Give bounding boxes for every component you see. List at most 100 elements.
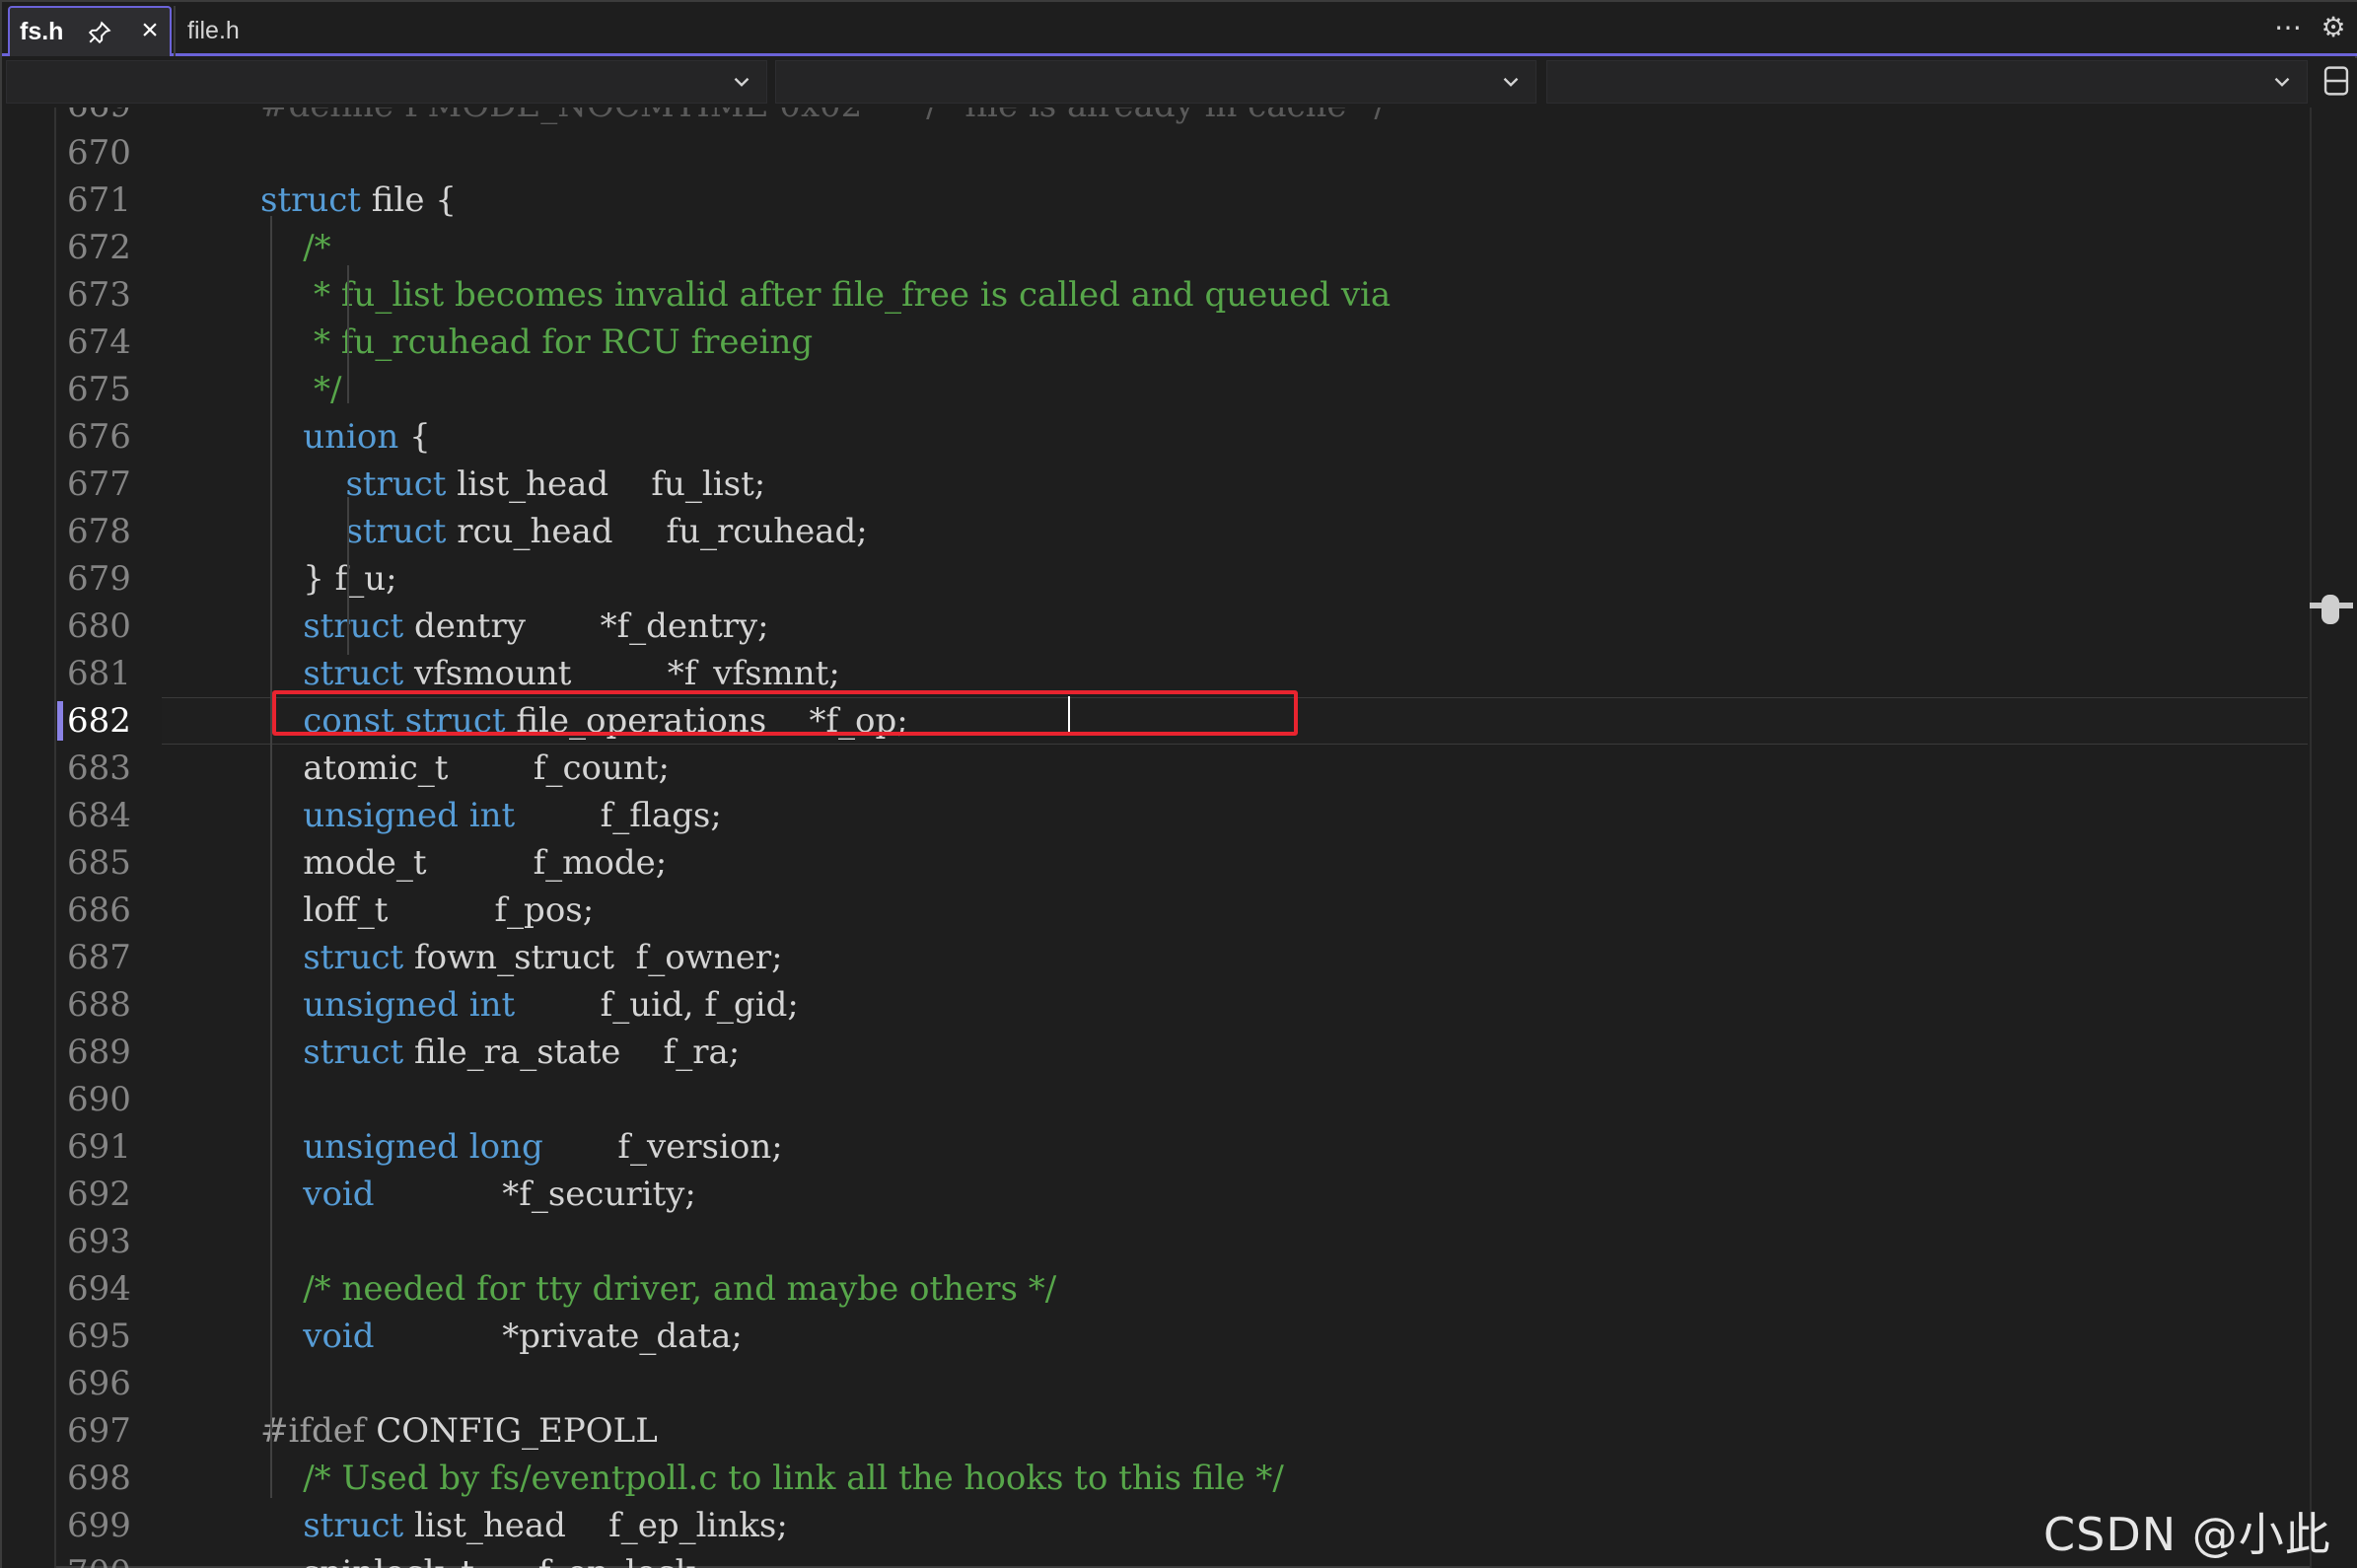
- code-line[interactable]: 693: [2, 1218, 2310, 1265]
- code-line[interactable]: 676 union {: [2, 413, 2310, 461]
- line-number: 674: [67, 322, 131, 362]
- code-text: struct rcu_head fu_rcuhead;: [260, 508, 868, 555]
- code-line[interactable]: 686 loff_t f_pos;: [2, 887, 2310, 934]
- code-token: f_version;: [542, 1127, 783, 1167]
- pin-icon[interactable]: [87, 20, 112, 45]
- code-line[interactable]: 669 #define FMODE_NOCMTIME 0x02 /* file i…: [2, 107, 2310, 129]
- code-line[interactable]: 687 struct fown_struct f_owner;: [2, 934, 2310, 981]
- tab-actions: ⋯ ⚙: [2274, 14, 2347, 41]
- code-token: rcu_head fu_rcuhead;: [446, 512, 868, 551]
- ellipsis-icon[interactable]: ⋯: [2274, 14, 2302, 41]
- code-text: */: [260, 366, 341, 413]
- code-line[interactable]: 696: [2, 1360, 2310, 1407]
- code-token: #define FMODE_NOCMTIME 0x02 /* file is a…: [260, 107, 1386, 125]
- code-text: struct file {: [260, 177, 457, 224]
- code-text: loff_t f_pos;: [260, 887, 594, 934]
- code-token: vfsmount *f_vfsmnt;: [403, 654, 840, 693]
- tab-label: file.h: [187, 17, 240, 44]
- code-line[interactable]: 688 unsigned int f_uid, f_gid;: [2, 981, 2310, 1029]
- line-number: 680: [67, 606, 131, 646]
- code-text: struct dentry *f_dentry;: [260, 603, 769, 650]
- code-line[interactable]: 671 struct file {: [2, 177, 2310, 224]
- line-number: 695: [67, 1317, 131, 1356]
- text-cursor: [1068, 696, 1070, 732]
- code-text: void *f_security;: [260, 1171, 696, 1218]
- tab-label: fs.h: [20, 18, 64, 45]
- line-number: 672: [67, 228, 131, 267]
- code-line[interactable]: 697 #ifdef CONFIG_EPOLL: [2, 1407, 2310, 1455]
- code-editor[interactable]: 669 #define FMODE_NOCMTIME 0x02 /* file i…: [2, 107, 2357, 1568]
- code-token: void: [303, 1317, 375, 1356]
- code-text: union {: [260, 413, 431, 461]
- code-line[interactable]: 700 spinlock_t f_ep_lock;: [2, 1549, 2310, 1568]
- code-token: /* needed for tty driver, and maybe othe…: [260, 1269, 1057, 1309]
- code-token: {: [398, 417, 431, 457]
- code-token: struct: [260, 180, 361, 220]
- vertical-scrollbar[interactable]: [2310, 107, 2357, 1568]
- tab-fs-h[interactable]: fs.h ×: [8, 6, 172, 56]
- code-line[interactable]: 690: [2, 1076, 2310, 1123]
- code-token: unsigned long: [303, 1127, 543, 1167]
- scrollbar-thumb[interactable]: [2321, 595, 2339, 624]
- split-editor-icon[interactable]: [2321, 64, 2351, 98]
- code-token: unsigned int: [303, 796, 516, 835]
- code-token: loff_t f_pos;: [260, 891, 595, 930]
- code-line[interactable]: 694 /* needed for tty driver, and maybe …: [2, 1265, 2310, 1313]
- code-token: void: [303, 1175, 375, 1214]
- code-token: } f_u;: [260, 559, 397, 599]
- code-text: } f_u;: [260, 555, 397, 603]
- code-token: f_uid, f_gid;: [515, 985, 799, 1025]
- code-line[interactable]: 684 unsigned int f_flags;: [2, 792, 2310, 839]
- code-line[interactable]: 698 /* Used by fs/eventpoll.c to link al…: [2, 1455, 2310, 1502]
- code-token: *private_data;: [374, 1317, 743, 1356]
- code-token: struct: [303, 938, 404, 977]
- code-token: struct: [303, 1506, 404, 1545]
- code-text: unsigned long f_version;: [260, 1123, 783, 1171]
- line-number: 681: [67, 654, 131, 693]
- code-line[interactable]: 685 mode_t f_mode;: [2, 839, 2310, 887]
- project-dropdown[interactable]: [6, 60, 767, 104]
- indent-guide: [347, 497, 349, 655]
- chevron-down-icon: [2274, 77, 2290, 87]
- code-line[interactable]: 689 struct file_ra_state f_ra;: [2, 1029, 2310, 1076]
- code-text: struct fown_struct f_owner;: [260, 934, 782, 981]
- line-number: 684: [67, 796, 131, 835]
- member-dropdown[interactable]: [1546, 60, 2308, 104]
- line-number: 675: [67, 370, 131, 409]
- code-token: dentry *f_dentry;: [403, 606, 769, 646]
- close-icon[interactable]: ×: [136, 16, 164, 45]
- line-number: 670: [67, 133, 131, 173]
- code-text: unsigned int f_uid, f_gid;: [260, 981, 799, 1029]
- code-line[interactable]: 695 void *private_data;: [2, 1313, 2310, 1360]
- code-line[interactable]: 683 atomic_t f_count;: [2, 745, 2310, 792]
- tab-file-h[interactable]: file.h: [174, 6, 321, 56]
- code-token: *f_security;: [374, 1175, 696, 1214]
- code-line[interactable]: 672 /*: [2, 224, 2310, 271]
- code-line[interactable]: 692 void *f_security;: [2, 1171, 2310, 1218]
- gear-icon[interactable]: ⚙: [2320, 14, 2347, 41]
- code-text: struct list_head fu_list;: [260, 461, 765, 508]
- code-token: unsigned int: [303, 985, 516, 1025]
- code-line[interactable]: 691 unsigned long f_version;: [2, 1123, 2310, 1171]
- line-number: 683: [67, 748, 131, 788]
- line-number: 687: [67, 938, 131, 977]
- line-number: 693: [67, 1222, 131, 1261]
- code-token: struct: [345, 464, 447, 504]
- code-text: /* needed for tty driver, and maybe othe…: [260, 1265, 1056, 1313]
- code-token: list_head fu_list;: [446, 464, 766, 504]
- code-line[interactable]: 699 struct list_head f_ep_links;: [2, 1502, 2310, 1549]
- code-line[interactable]: 670: [2, 129, 2310, 177]
- line-number: 700: [67, 1549, 185, 1568]
- code-token: list_head f_ep_links;: [403, 1506, 788, 1545]
- chevron-down-icon: [734, 77, 750, 87]
- line-number: 671: [67, 180, 131, 220]
- code-text: /* Used by fs/eventpoll.c to link all th…: [260, 1455, 1284, 1502]
- scope-dropdown[interactable]: [775, 60, 1536, 104]
